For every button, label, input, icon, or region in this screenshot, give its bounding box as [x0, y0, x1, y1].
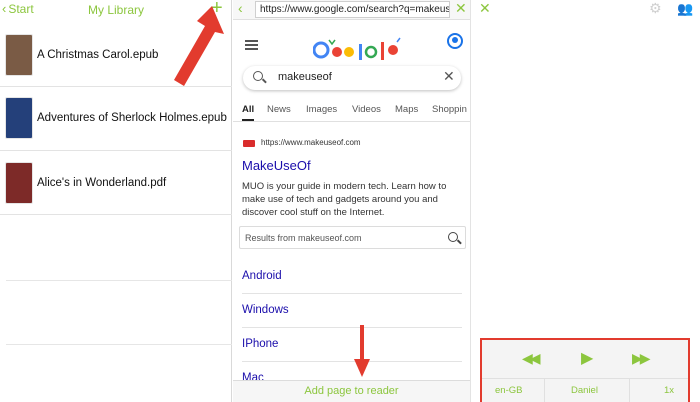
- book-title: Alice's in Wonderland.pdf: [37, 177, 167, 189]
- users-icon[interactable]: 👥: [677, 1, 693, 17]
- search-icon[interactable]: [448, 232, 458, 242]
- book-item[interactable]: Adventures of Sherlock Holmes.epub: [0, 87, 232, 151]
- reader-panel: ✕ ⚙ 👥 ◀◀ ▶ ▶▶ en-GB Daniel 1x: [470, 0, 700, 402]
- speed-select[interactable]: 1x: [664, 385, 674, 396]
- sitelink-label: IPhone: [242, 338, 279, 350]
- browser-panel: ‹ https://www.google.com/search?q=makeus…: [233, 0, 470, 402]
- book-cover: [6, 163, 32, 203]
- add-page-bar[interactable]: Add page to reader: [233, 380, 470, 402]
- site-search-field[interactable]: Results from makeuseof.com: [239, 226, 466, 249]
- google-header: [233, 20, 470, 65]
- clear-icon[interactable]: ✕: [443, 68, 455, 85]
- rewind-icon[interactable]: ◀◀: [522, 350, 540, 367]
- language-select[interactable]: en-GB: [495, 385, 522, 396]
- hamburger-icon[interactable]: [245, 40, 258, 52]
- sitelink-iphone[interactable]: IPhone: [242, 328, 462, 362]
- site-search-placeholder: Results from makeuseof.com: [245, 233, 362, 243]
- tab-all[interactable]: All: [242, 104, 254, 115]
- divider: [6, 344, 232, 345]
- tab-videos[interactable]: Videos: [352, 104, 381, 115]
- result-title[interactable]: MakeUseOf: [242, 158, 311, 173]
- annotation-arrow-icon: [174, 6, 224, 86]
- book-title: Adventures of Sherlock Holmes.epub: [37, 112, 227, 124]
- sitelink-windows[interactable]: Windows: [242, 294, 462, 328]
- search-input[interactable]: makeuseof ✕: [243, 66, 461, 90]
- sitelink-label: Android: [242, 270, 282, 282]
- tab-shopping[interactable]: Shoppin: [432, 104, 467, 115]
- account-icon[interactable]: [447, 33, 463, 49]
- divider: [544, 379, 545, 402]
- book-title: A Christmas Carol.epub: [37, 49, 159, 61]
- result-url[interactable]: https://www.makeuseof.com: [261, 138, 361, 147]
- divider: [6, 280, 232, 281]
- search-tabs: All News Images Videos Maps Shoppin: [233, 100, 470, 122]
- active-tab-indicator: [242, 119, 254, 121]
- google-doodle-logo[interactable]: [313, 36, 403, 62]
- chevron-left-icon[interactable]: ‹: [238, 0, 243, 16]
- close-icon[interactable]: ✕: [479, 0, 491, 17]
- tab-maps[interactable]: Maps: [395, 104, 418, 115]
- tab-news[interactable]: News: [267, 104, 291, 115]
- voice-select[interactable]: Daniel: [571, 385, 598, 396]
- browser-toolbar: ‹ https://www.google.com/search?q=makeus…: [233, 0, 470, 20]
- sitelink-android[interactable]: Android: [242, 260, 462, 294]
- book-cover: [6, 98, 32, 138]
- sitelink-label: Windows: [242, 304, 289, 316]
- add-page-button[interactable]: Add page to reader: [304, 381, 398, 397]
- tab-images[interactable]: Images: [306, 104, 337, 115]
- close-icon[interactable]: ✕: [455, 0, 467, 17]
- book-item[interactable]: Alice's in Wonderland.pdf: [0, 151, 232, 215]
- url-field[interactable]: https://www.google.com/search?q=makeus..…: [255, 1, 450, 18]
- search-query: makeuseof: [278, 71, 332, 83]
- playback-controls: ◀◀ ▶ ▶▶ en-GB Daniel 1x: [480, 338, 690, 402]
- favicon-icon: [243, 140, 255, 147]
- divider: [629, 379, 630, 402]
- fast-forward-icon[interactable]: ▶▶: [632, 350, 650, 367]
- play-icon[interactable]: ▶: [581, 348, 593, 368]
- annotation-arrow-icon: [354, 325, 370, 377]
- result-description: MUO is your guide in modern tech. Learn …: [242, 181, 447, 218]
- search-icon: [253, 71, 263, 81]
- gear-icon[interactable]: ⚙: [649, 0, 662, 17]
- book-cover: [6, 35, 32, 75]
- voice-options: en-GB Daniel 1x: [482, 378, 688, 402]
